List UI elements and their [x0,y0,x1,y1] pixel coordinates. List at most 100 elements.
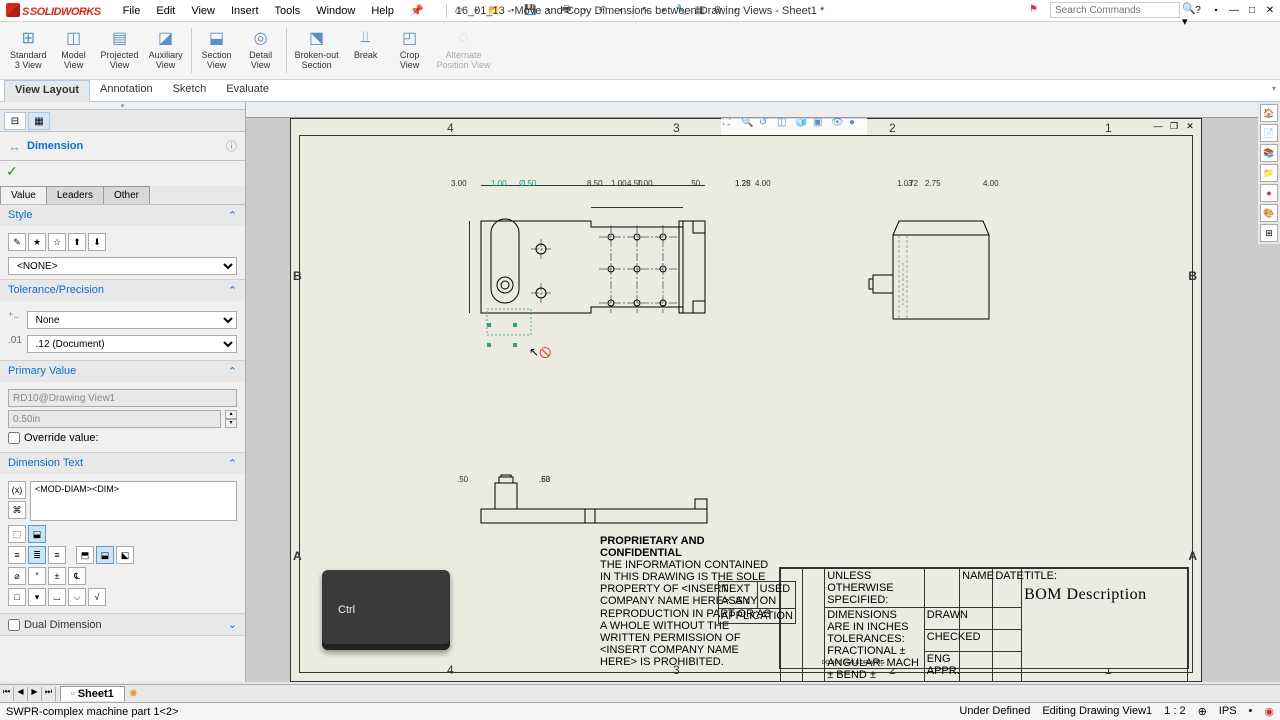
sheet-nav-prev[interactable]: ◀ [14,687,28,701]
taskpane-home-icon[interactable]: 🏠 [1260,104,1278,122]
doc-close-icon[interactable]: ✕ [1183,119,1197,133]
sheet-nav-first[interactable]: ⏮ [0,687,14,701]
drawing-view-front[interactable]: .63 .50 .50 [451,475,731,535]
collapse-icon[interactable]: ⌃ [228,365,237,378]
vp-prev-icon[interactable]: ↺ [759,118,775,133]
pp-tab-property-manager-icon[interactable]: ▦ [28,112,50,130]
menu-view[interactable]: View [183,2,223,20]
section-style-head[interactable]: Style [8,209,32,222]
close-icon[interactable]: ✕ [1262,2,1278,18]
subtab-leaders[interactable]: Leaders [46,186,104,204]
ribbon-detail-view[interactable]: ◎Detail View [240,24,282,77]
section-primary-value-head[interactable]: Primary Value [8,365,76,378]
collapse-icon[interactable]: ⌃ [228,457,237,470]
dim-value[interactable]: 1.28 [735,179,751,188]
ribbon-section-view[interactable]: ⬓Section View [196,24,238,77]
status-menu-icon[interactable]: • [1249,705,1253,718]
dim-value[interactable]: 1.00 [637,179,653,188]
text-below-icon[interactable]: ⬓ [28,525,46,543]
help-icon[interactable]: ⓘ [226,138,237,154]
text-insert-icon[interactable]: (x) [8,481,26,499]
align-mid-icon[interactable]: ⬓ [96,546,114,564]
dim-value-selected[interactable]: 1.00 [491,179,507,188]
status-record-icon[interactable]: ◉ [1264,705,1274,718]
sheet-nav-last[interactable]: ⏭ [42,687,56,701]
style-select[interactable]: <NONE> [8,257,237,275]
text-above-icon[interactable]: ⬚ [8,525,26,543]
doc-restore-icon[interactable]: ❐ [1167,119,1181,133]
tab-sketch[interactable]: Sketch [163,80,217,101]
taskpane-palette-icon[interactable]: ● [1260,184,1278,202]
dimension-text-field[interactable]: <MOD-DIAM><DIM> [30,481,237,521]
menu-help[interactable]: Help [363,2,402,20]
drawing-view-top[interactable]: 8.50 4.50 3.00 1.25 4.00 1.28 1.00 1.00 … [451,179,731,339]
sym-csink-icon[interactable]: ⌵ [68,588,86,606]
menu-file[interactable]: File [115,2,149,20]
pp-tab-feature-tree-icon[interactable]: ⊟ [4,112,26,130]
style-btn-1[interactable]: ✎ [8,233,26,251]
taskpane-appearance-icon[interactable]: 🎨 [1260,204,1278,222]
sheet-nav-next[interactable]: ▶ [28,687,42,701]
sym-more-icon[interactable]: ▾ [28,588,46,606]
menu-pin-icon[interactable]: 📌 [402,1,432,20]
justify-left-icon[interactable]: ≡ [8,546,26,564]
collapse-icon[interactable]: ⌃ [228,209,237,222]
dim-value[interactable]: .50 [539,475,550,484]
value-increment[interactable]: ▴ [225,410,237,419]
dual-dimension-check[interactable]: Dual Dimension [8,618,102,631]
vp-section-icon[interactable]: ◫ [777,118,793,133]
sym-pm-icon[interactable]: ± [48,567,66,585]
text-link-icon[interactable]: ⌘ [8,501,26,519]
ribbon-model-view[interactable]: ◫Model View [53,24,95,77]
ribbon-break[interactable]: ⫫Break [345,24,387,77]
vp-zoom-fit-icon[interactable]: ⛶ [723,118,739,133]
status-scale[interactable]: 1 : 2 [1164,705,1185,718]
maximize-icon[interactable]: □ [1244,2,1260,18]
sym-degree-icon[interactable]: ° [28,567,46,585]
subtab-value[interactable]: Value [0,186,47,204]
section-tolerance-head[interactable]: Tolerance/Precision [8,284,104,297]
subtab-other[interactable]: Other [103,186,150,204]
style-btn-2[interactable]: ★ [28,233,46,251]
collapse-icon[interactable]: ⌃ [228,284,237,297]
taskpane-library-icon[interactable]: 📚 [1260,144,1278,162]
expand-icon[interactable]: ⌄ [228,618,237,631]
sym-surface-icon[interactable]: √ [88,588,106,606]
dim-value[interactable]: .72 [907,179,918,188]
justify-center-icon[interactable]: ≣ [28,546,46,564]
doc-minimize-icon[interactable]: — [1151,119,1165,133]
dim-value[interactable]: 3.00 [451,179,467,188]
help-icon[interactable]: ? [1190,2,1206,18]
primary-value-field[interactable] [8,410,221,428]
sheet-tab[interactable]: ▫ Sheet1 [60,686,125,701]
dim-value[interactable]: 4.00 [755,179,771,188]
menu-tools[interactable]: Tools [267,2,309,20]
dropdown-icon[interactable]: ▾ [1208,2,1224,18]
ribbon-auxiliary-view[interactable]: ◪Auxiliary View [145,24,187,77]
tab-evaluate[interactable]: Evaluate [216,80,279,101]
taskpane-resources-icon[interactable]: 📄 [1260,124,1278,142]
menu-insert[interactable]: Insert [223,2,267,20]
vp-display-icon[interactable]: ▣ [813,118,829,133]
taskpane-custom-icon[interactable]: ⊞ [1260,224,1278,242]
vp-appear-icon[interactable]: ● [849,118,865,133]
tolerance-type-select[interactable]: None [27,311,237,329]
align-bot-icon[interactable]: ⬕ [116,546,134,564]
align-top-icon[interactable]: ⬒ [76,546,94,564]
dim-value[interactable]: 2.75 [925,179,941,188]
sym-depth-icon[interactable]: ⌴ [48,588,66,606]
taskpane-explorer-icon[interactable]: 📁 [1260,164,1278,182]
vp-zoom-area-icon[interactable]: 🔍 [741,118,757,133]
ribbon-crop-view[interactable]: ◰Crop View [389,24,431,77]
dim-value[interactable]: .50 [457,475,468,484]
override-value-check[interactable]: Override value: [8,432,237,444]
tab-view-layout[interactable]: View Layout [4,80,90,102]
tab-annotation[interactable]: Annotation [90,80,163,101]
add-sheet-button[interactable]: ✸ [129,687,145,700]
menu-window[interactable]: Window [308,2,363,20]
minimize-icon[interactable]: — [1226,2,1242,18]
vp-orient-icon[interactable]: 🧊 [795,118,811,133]
status-coord-icon[interactable]: ⊕ [1198,705,1207,718]
confirm-button[interactable]: ✓ [0,161,245,182]
sym-square-icon[interactable]: □ [8,588,26,606]
